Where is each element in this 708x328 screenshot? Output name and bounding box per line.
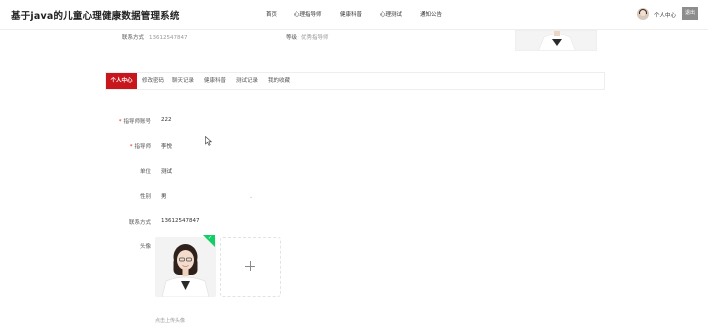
site-title: 基于java的儿童心理健康数据管理系统 bbox=[11, 11, 180, 22]
plus-icon-vertical bbox=[250, 261, 251, 271]
tab-my-favorites[interactable]: 我的收藏 bbox=[268, 73, 290, 89]
nav-item-health-science[interactable]: 健康科普 bbox=[340, 10, 362, 18]
nav-item-home[interactable]: 首页 bbox=[266, 10, 277, 18]
summary-level: 等级 优秀指导师 bbox=[286, 33, 329, 41]
nav-item-psych-test[interactable]: 心理测试 bbox=[380, 10, 402, 18]
mouse-pointer-icon bbox=[205, 131, 213, 150]
summary-contact-value: 13612547847 bbox=[149, 35, 188, 41]
nav-item-notices[interactable]: 通知公告 bbox=[420, 10, 442, 18]
name-label: * 指导师 bbox=[129, 144, 151, 150]
contact-field[interactable]: 13612547847 bbox=[161, 218, 200, 224]
gender-label: 性别 bbox=[139, 194, 151, 200]
check-icon: ✓ bbox=[208, 235, 213, 241]
user-avatar[interactable] bbox=[637, 8, 649, 20]
logout-button[interactable]: 退出 bbox=[682, 7, 698, 20]
summary-level-label: 等级 bbox=[286, 35, 298, 41]
account-label: * 指导师账号 bbox=[118, 119, 151, 125]
unit-label: 单位 bbox=[139, 169, 151, 175]
tab-personal-center[interactable]: 个人中心 bbox=[106, 73, 137, 89]
tab-test-records[interactable]: 测试记录 bbox=[236, 73, 258, 89]
profile-tabs: 个人中心 修改密码 聊天记录 健康科普 测试记录 我的收藏 bbox=[105, 72, 605, 90]
tab-health-science[interactable]: 健康科普 bbox=[204, 73, 226, 89]
summary-contact: 联系方式 13612547847 bbox=[122, 33, 188, 41]
chevron-down-icon: ⌄ bbox=[249, 194, 254, 200]
nav-item-counselors[interactable]: 心理指导师 bbox=[294, 10, 322, 18]
counselor-photo bbox=[515, 30, 597, 51]
name-field[interactable]: 李悦 bbox=[161, 142, 172, 150]
avatar-label: 头像 bbox=[139, 244, 151, 250]
user-center-link[interactable]: 个人中心 bbox=[654, 11, 676, 19]
top-navbar: 基于java的儿童心理健康数据管理系统 首页 心理指导师 健康科普 心理测试 通… bbox=[0, 0, 708, 30]
upload-hint: 点击上传头像 bbox=[155, 318, 186, 324]
gender-select[interactable]: 男 bbox=[161, 192, 167, 200]
tab-change-password[interactable]: 修改密码 bbox=[142, 73, 164, 89]
tab-chat-records[interactable]: 聊天记录 bbox=[172, 73, 194, 89]
contact-label: 联系方式 bbox=[128, 220, 151, 226]
summary-level-value: 优秀指导师 bbox=[301, 35, 329, 41]
summary-contact-label: 联系方式 bbox=[122, 35, 145, 41]
unit-field[interactable]: 测试 bbox=[161, 167, 172, 175]
account-field[interactable]: 222 bbox=[161, 117, 172, 123]
